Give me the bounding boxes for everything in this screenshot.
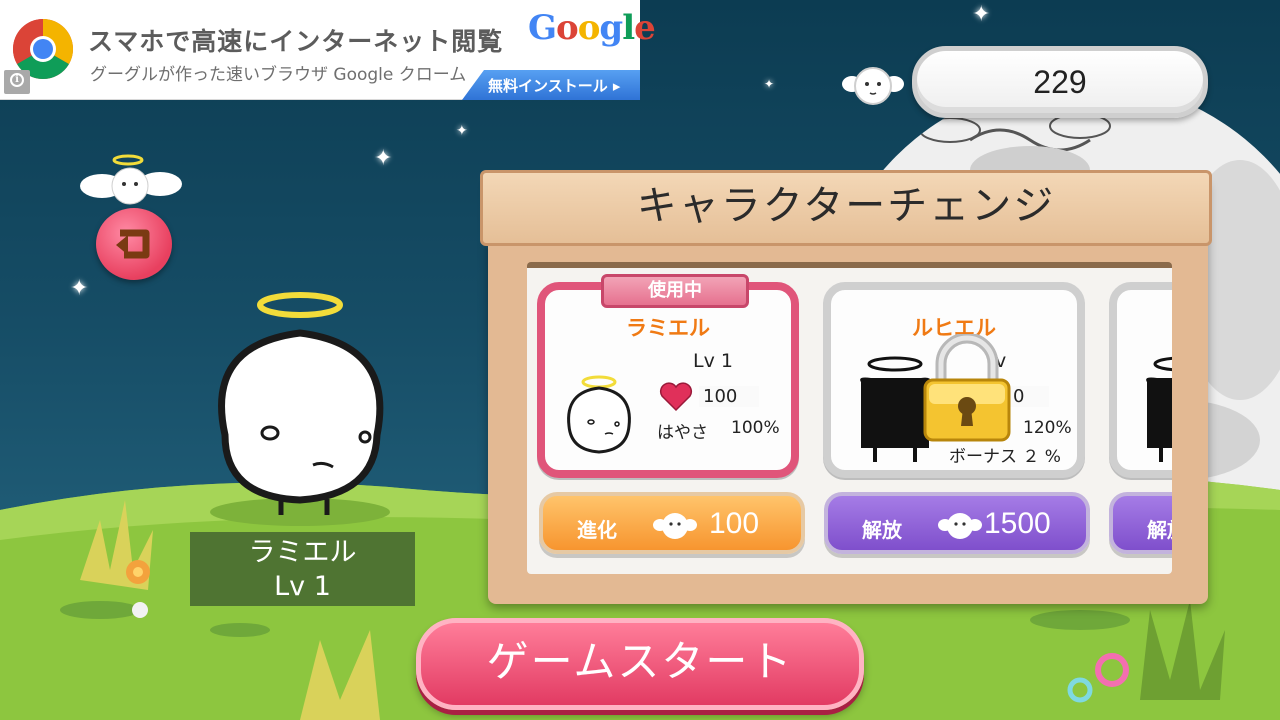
unlock-button-3[interactable]: 解放: [1109, 492, 1172, 554]
star-icon: ✦: [764, 77, 775, 91]
character-lamiel-icon: [567, 375, 631, 454]
character-level: Lv 1: [274, 571, 331, 602]
info-icon: i: [10, 73, 24, 87]
unlock-label: 解放: [862, 518, 902, 542]
card-hp: 0: [1009, 386, 1049, 407]
ad-install-button[interactable]: 無料インストール ▸: [462, 70, 640, 100]
star-icon: ✦: [374, 146, 393, 171]
angel-coin-icon: [653, 513, 697, 539]
character-silhouette-icon: [1146, 356, 1172, 462]
character-name: ラミエル: [248, 537, 357, 568]
character-lamiel: [195, 285, 405, 525]
evolve-label: 進化: [577, 518, 617, 542]
padlock-icon: [923, 334, 1011, 442]
back-button[interactable]: [96, 208, 172, 280]
unlock-button[interactable]: 解放 1500: [824, 492, 1090, 554]
card-bonus: ボーナス ２ %: [949, 447, 1061, 467]
unlock-label: 解放: [1147, 518, 1172, 542]
star-icon: ✦: [456, 123, 468, 139]
ad-info-button[interactable]: i: [4, 70, 30, 94]
ad-headline: スマホで高速にインターネット閲覧: [88, 27, 504, 56]
panel-title: キャラクターチェンジ: [480, 170, 1212, 246]
character-nameplate: ラミエル Lv 1: [190, 532, 415, 606]
back-arrow-icon: [116, 229, 150, 259]
ad-subline: グーグルが作った速いブラウザ Google クローム: [90, 65, 467, 85]
angel-coin-icon: [938, 513, 982, 539]
character-card-ruhiel[interactable]: ルヒエル v 0 120% ボーナス ２ %: [823, 282, 1085, 478]
currency-counter: 229: [912, 46, 1208, 118]
card-hp: 100: [699, 386, 759, 407]
ad-brand-logo: Google: [528, 8, 656, 48]
card-speed-label: はやさ: [657, 423, 708, 443]
unlock-cost: 1500: [984, 507, 1051, 540]
card-speed: 120%: [1023, 418, 1072, 438]
card-speed: 100%: [731, 418, 780, 438]
evolve-button[interactable]: 進化 100: [539, 492, 805, 554]
character-list[interactable]: 使用中 ラミエル Lv 1 100 はやさ 100% ルヒエル v 0 120%…: [527, 262, 1172, 574]
game-start-button[interactable]: ゲームスタート: [416, 618, 864, 710]
angel-mascot-icon: [80, 152, 184, 212]
in-use-badge: 使用中: [601, 274, 749, 308]
character-card-lamiel[interactable]: 使用中 ラミエル Lv 1 100 はやさ 100%: [537, 274, 799, 478]
star-icon: ✦: [70, 276, 89, 301]
card-character-name: ラミエル: [626, 316, 710, 340]
evolve-cost: 100: [709, 507, 760, 540]
heart-icon: [659, 382, 693, 412]
star-icon: ✦: [972, 2, 991, 27]
character-card-3[interactable]: [1109, 282, 1172, 478]
ad-banner[interactable]: i スマホで高速にインターネット閲覧 グーグルが作った速いブラウザ Google…: [0, 0, 656, 100]
card-level: Lv 1: [693, 350, 733, 372]
angel-coin-icon: [842, 64, 904, 108]
